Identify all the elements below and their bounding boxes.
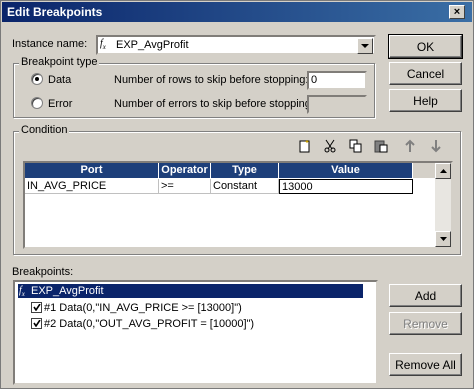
cell-operator[interactable]: >=	[159, 179, 211, 194]
paste-icon[interactable]	[372, 137, 390, 155]
checkbox[interactable]	[31, 302, 42, 313]
breakpoints-tree: fx EXP_AvgProfit #1 Data(0,"IN_AVG_PRICE…	[13, 280, 378, 385]
cell-value[interactable]: 13000	[279, 179, 413, 194]
condition-scrollbar[interactable]	[435, 163, 451, 247]
cancel-button[interactable]: Cancel	[389, 62, 462, 85]
tree-item[interactable]: #1 Data(0,"IN_AVG_PRICE >= [13000]")	[31, 301, 331, 315]
expression-icon: fx	[100, 38, 106, 51]
add-button[interactable]: Add	[389, 284, 462, 307]
errors-skip-label: Number of errors to skip before stopping…	[114, 98, 314, 110]
error-radio-label[interactable]: Error	[48, 98, 72, 110]
checkbox[interactable]	[31, 318, 42, 329]
tree-item[interactable]: #2 Data(0,"OUT_AVG_PROFIT = [10000]")	[31, 317, 331, 331]
condition-title: Condition	[19, 124, 70, 136]
ok-button[interactable]: OK	[388, 34, 463, 59]
tree-root[interactable]: fx EXP_AvgProfit	[18, 284, 363, 298]
cell-port[interactable]: IN_AVG_PRICE	[25, 179, 159, 194]
column-header-port[interactable]: Port	[25, 163, 159, 178]
cut-icon[interactable]	[321, 137, 339, 155]
instance-name-label: Instance name:	[12, 38, 88, 50]
scroll-down-icon[interactable]	[435, 231, 451, 247]
window-title: Edit Breakpoints	[7, 5, 103, 19]
cell-type[interactable]: Constant	[211, 179, 279, 194]
condition-grid: Port Operator Type Value IN_AVG_PRICE >=…	[23, 161, 453, 249]
tree-root-label: EXP_AvgProfit	[31, 285, 104, 297]
instance-name-value: EXP_AvgProfit	[116, 39, 189, 51]
rows-skip-input[interactable]: 0	[307, 71, 367, 90]
breakpoint-type-title: Breakpoint type	[19, 56, 100, 68]
remove-all-button[interactable]: Remove All	[389, 353, 462, 376]
title-bar: Edit Breakpoints ×	[2, 2, 472, 22]
rows-skip-label: Number of rows to skip before stopping:	[114, 74, 309, 86]
move-up-icon[interactable]	[401, 137, 419, 155]
column-header-operator[interactable]: Operator	[159, 163, 211, 178]
close-button[interactable]: ×	[449, 5, 465, 19]
close-icon: ×	[453, 5, 461, 18]
error-radio[interactable]	[31, 97, 43, 109]
new-condition-icon[interactable]	[296, 137, 314, 155]
edit-breakpoints-dialog: Edit Breakpoints × Instance name: fx EXP…	[0, 0, 474, 389]
help-button[interactable]: Help	[389, 89, 462, 112]
expression-icon: fx	[19, 285, 25, 298]
column-header-value[interactable]: Value	[279, 163, 413, 178]
chevron-down-icon[interactable]	[357, 38, 373, 54]
tree-item-label: #1 Data(0,"IN_AVG_PRICE >= [13000]")	[44, 302, 242, 314]
move-down-icon[interactable]	[427, 137, 445, 155]
data-radio-label[interactable]: Data	[48, 74, 71, 86]
remove-button[interactable]: Remove	[389, 312, 462, 335]
breakpoints-label: Breakpoints:	[12, 266, 74, 278]
instance-name-combo[interactable]: fx EXP_AvgProfit	[96, 35, 376, 55]
tree-item-label: #2 Data(0,"OUT_AVG_PROFIT = [10000]")	[44, 318, 255, 330]
column-header-spacer	[413, 163, 435, 178]
data-radio[interactable]	[31, 73, 43, 85]
column-header-type[interactable]: Type	[211, 163, 279, 178]
scroll-up-icon[interactable]	[435, 163, 451, 179]
copy-icon[interactable]	[347, 137, 365, 155]
errors-skip-input[interactable]	[307, 95, 367, 114]
